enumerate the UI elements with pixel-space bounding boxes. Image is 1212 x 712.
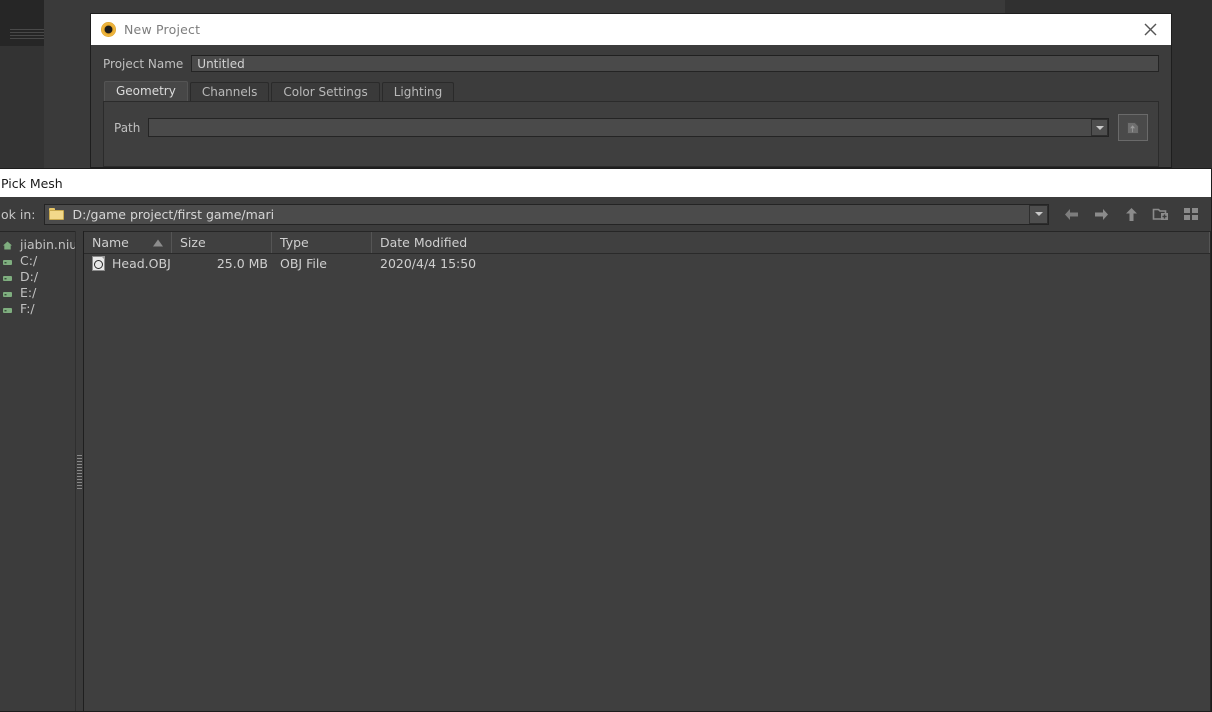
chevron-down-icon[interactable] [1091,119,1108,136]
sidebar-item-label: C:/ [20,252,38,268]
screen: New Project Project Name Geometry Channe… [0,0,1212,712]
file-date-modified: 2020/4/4 15:50 [380,255,477,271]
pick-mesh-dialog: Pick Mesh ok in: D:/game project/first g… [0,168,1212,712]
file-type: OBJ File [280,255,327,271]
look-in-row: ok in: D:/game project/first game/mari [0,197,1211,231]
look-in-value: D:/game project/first game/mari [72,206,275,222]
close-icon[interactable] [1137,17,1163,43]
look-in-label: ok in: [1,206,36,222]
viewport-thumbnail-text [10,29,44,43]
new-project-titlebar: New Project [91,14,1171,45]
geometry-tab-panel: Path [103,101,1159,167]
mari-logo-icon [101,22,116,37]
viewport-thumbnail-panel [0,0,44,46]
sidebar-item-drive-d[interactable]: D:/ [0,268,75,284]
tab-channels[interactable]: Channels [189,82,270,101]
project-name-row: Project Name [103,55,1159,72]
pick-mesh-title: Pick Mesh [1,175,63,191]
new-project-tabs: Geometry Channels Color Settings Lightin… [103,81,1159,101]
drive-icon [2,303,13,314]
path-combobox[interactable] [148,118,1109,137]
drive-icon [2,255,13,266]
new-project-body: Project Name Geometry Channels Color Set… [91,45,1171,167]
column-header-type[interactable]: Type [272,232,372,253]
pick-mesh-body: ok in: D:/game project/first game/mari j… [0,197,1211,711]
new-project-title: New Project [124,22,201,37]
column-header-size[interactable]: Size [172,232,272,253]
path-label: Path [114,120,141,135]
tab-lighting[interactable]: Lighting [381,82,455,101]
sidebar-splitter-handle[interactable] [75,231,84,711]
places-sidebar: jiabin.niu C:/ D:/ E:/ F:/ [0,231,75,711]
chevron-down-icon[interactable] [1029,204,1048,224]
pick-mesh-titlebar: Pick Mesh [0,169,1211,197]
sidebar-item-jiabin-niu[interactable]: jiabin.niu [0,236,75,252]
file-size: 25.0 MB [216,255,268,271]
arrow-right-icon[interactable] [1091,204,1111,224]
sort-ascending-icon [153,239,163,246]
sidebar-item-label: F:/ [20,300,35,316]
obj-file-icon [92,255,105,271]
look-in-combobox[interactable]: D:/game project/first game/mari [44,203,1049,225]
tab-color-settings[interactable]: Color Settings [271,82,380,101]
file-dialog-toolbar [1061,204,1201,224]
file-list: Name Size Type Date Modified Head.OBJ 25… [84,231,1211,711]
arrow-up-icon[interactable] [1121,204,1141,224]
drive-icon [2,271,13,282]
project-name-input[interactable] [191,55,1159,72]
sidebar-item-label: jiabin.niu [20,236,75,252]
sidebar-item-drive-c[interactable]: C:/ [0,252,75,268]
new-project-dialog: New Project Project Name Geometry Channe… [90,13,1172,168]
drive-icon [2,287,13,298]
column-header-name[interactable]: Name [84,232,172,253]
file-name: Head.OBJ [112,255,171,271]
project-name-label: Project Name [103,56,184,71]
grid-view-icon[interactable] [1181,204,1201,224]
file-list-header: Name Size Type Date Modified [84,232,1210,254]
pick-mesh-main: jiabin.niu C:/ D:/ E:/ F:/ Name Size Typ… [0,231,1211,711]
sidebar-item-drive-e[interactable]: E:/ [0,284,75,300]
sidebar-item-label: D:/ [20,268,39,284]
sidebar-item-label: E:/ [20,284,37,300]
sidebar-item-drive-f[interactable]: F:/ [0,300,75,316]
tab-geometry[interactable]: Geometry [104,81,188,101]
arrow-left-icon[interactable] [1061,204,1081,224]
path-row: Path [114,114,1148,141]
column-header-date-modified[interactable]: Date Modified [372,232,1210,253]
folder-icon [49,208,65,220]
open-folder-icon[interactable] [1118,114,1148,141]
table-row[interactable]: Head.OBJ 25.0 MB OBJ File 2020/4/4 15:50 [84,254,1210,272]
new-folder-icon[interactable] [1151,204,1171,224]
home-drive-icon [2,239,13,250]
